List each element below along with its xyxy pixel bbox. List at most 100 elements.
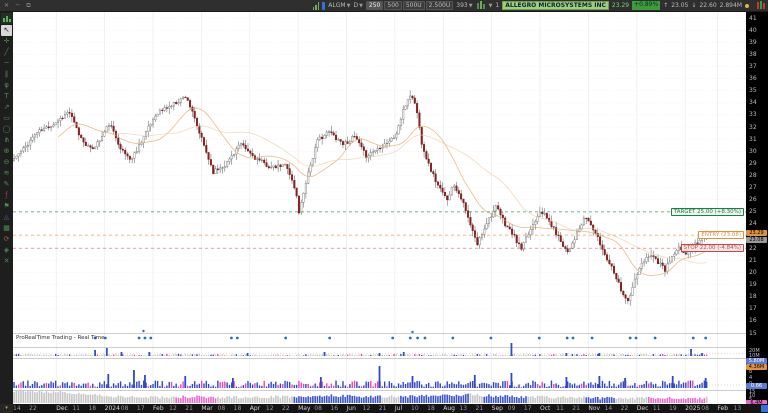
time-tick-label: 13 bbox=[459, 405, 467, 412]
price-tick-label: 16 bbox=[749, 317, 757, 324]
minimize-icon[interactable]: ─ bbox=[13, 1, 22, 10]
time-tick-label: 21 bbox=[476, 405, 484, 412]
ellipse-tool[interactable]: ◯ bbox=[1, 124, 12, 135]
zoom-out-tool[interactable]: ⊖ bbox=[1, 157, 12, 168]
top-toolbar: ✕ ─ ⧉ ALGM▼ D▼ 250500500U2.500U 393▼ ▼ 1… bbox=[0, 0, 768, 12]
price-tick-label: 32 bbox=[749, 124, 757, 131]
chevron-down-icon: ▼ bbox=[469, 3, 473, 9]
text-tool[interactable]: T bbox=[1, 91, 12, 102]
arrow-tool[interactable]: ↗ bbox=[1, 102, 12, 113]
trendline-tool[interactable]: ╱ bbox=[1, 47, 12, 58]
market-status-icon bbox=[745, 4, 749, 8]
quantity-preset-button[interactable]: 500U bbox=[403, 1, 425, 10]
timeframe-selector[interactable]: D▼ bbox=[353, 2, 362, 9]
indicator-tool[interactable]: ƒ bbox=[1, 190, 12, 201]
time-tick-label: Oct bbox=[540, 405, 550, 412]
chevron-down-icon[interactable]: ▼ bbox=[489, 3, 493, 9]
close-icon[interactable]: ✕ bbox=[2, 1, 11, 10]
price-tick-label: 15 bbox=[749, 330, 757, 337]
fibonacci-tool[interactable]: φ bbox=[1, 80, 12, 91]
time-axis[interactable]: ▾ 1422Dec111820240817Feb1221Mar0818Apr12… bbox=[0, 404, 768, 413]
time-tick-label: 12 bbox=[266, 405, 274, 412]
time-tick-label: 22 bbox=[29, 405, 37, 412]
time-axis-menu-button[interactable]: ▾ bbox=[0, 404, 13, 413]
pencil-tool[interactable]: ✎ bbox=[1, 179, 12, 190]
chart-canvas bbox=[13, 12, 746, 404]
zoom-in-tool[interactable]: ⊕ bbox=[1, 146, 12, 157]
grid-tool[interactable]: ▦ bbox=[1, 223, 12, 234]
symbol-selector[interactable]: ALGM▼ bbox=[328, 2, 350, 9]
signals-pane-label: ProRealTime Trading - Real Time bbox=[16, 335, 105, 341]
chart-plot-area[interactable] bbox=[13, 12, 746, 404]
time-tick-label: 08 bbox=[121, 405, 129, 412]
mini-candles-icon bbox=[756, 1, 766, 10]
time-tick-label: 12 bbox=[169, 405, 177, 412]
stop-level-label[interactable]: STOP 22.00 (-4.84%) bbox=[681, 244, 745, 252]
pitchfork-tool[interactable]: ⋔ bbox=[1, 135, 12, 146]
time-tick-label: Mar bbox=[201, 405, 212, 412]
chart-tab-icon[interactable] bbox=[1, 13, 12, 24]
price-tick-label: 20 bbox=[749, 269, 757, 276]
crosshair-tool[interactable]: ✛ bbox=[1, 36, 12, 47]
quantity-preset-button[interactable]: 250 bbox=[366, 1, 383, 10]
data-feed-icon bbox=[322, 2, 325, 10]
price-tick-label: 19 bbox=[749, 281, 757, 288]
connection-status-icon bbox=[313, 2, 320, 10]
time-tick-label: 2025 bbox=[685, 405, 700, 412]
price-tick-label: 37 bbox=[749, 63, 757, 70]
chart-style-icon[interactable] bbox=[476, 1, 486, 10]
timeframe-label: D bbox=[353, 2, 358, 9]
price-tick-label: 34 bbox=[749, 99, 757, 106]
time-tick-label: 22 bbox=[621, 405, 629, 412]
time-tick-label: Jul bbox=[395, 405, 402, 412]
axis-badge: 0.86 bbox=[746, 383, 767, 389]
wave-tool[interactable]: ≋ bbox=[1, 168, 12, 179]
restore-icon[interactable]: ⧉ bbox=[24, 1, 33, 10]
bars-count-selector[interactable]: 393▼ bbox=[456, 2, 472, 9]
alert-tool[interactable]: ⚑ bbox=[1, 201, 12, 212]
time-tick-label: 10 bbox=[411, 405, 419, 412]
time-tick-label: 08 bbox=[701, 405, 709, 412]
price-axis[interactable]: 1516171819202122232425262728293031323334… bbox=[746, 12, 768, 404]
time-tick-label: 08 bbox=[314, 405, 322, 412]
target-level-label[interactable]: TARGET 25.00 (+8.30%) bbox=[671, 208, 744, 216]
price-tick-label: 22 bbox=[749, 245, 757, 252]
time-tick-label: 21 bbox=[379, 405, 387, 412]
time-tick-label: 18 bbox=[427, 405, 435, 412]
time-tick-label: 17 bbox=[524, 405, 532, 412]
horizontal-scrollbar-nub[interactable] bbox=[761, 405, 768, 412]
time-tick-label: Dec bbox=[637, 405, 649, 412]
pointer-tool[interactable]: ↖ bbox=[1, 25, 12, 36]
entry-level-label[interactable]: ENTRY (23.08) bbox=[698, 231, 744, 239]
chevron-down-icon: ▼ bbox=[359, 3, 363, 9]
palette-tool[interactable]: ◈ bbox=[1, 245, 12, 256]
time-tick-label: 14 bbox=[13, 405, 21, 412]
price-tick-label: 35 bbox=[749, 87, 757, 94]
price-tick-label: 21 bbox=[749, 257, 757, 264]
channel-tool[interactable]: ∥ bbox=[1, 69, 12, 80]
quantity-preset-button[interactable]: 2.500U bbox=[426, 1, 454, 10]
quantity-presets: 250500500U2.500U bbox=[366, 1, 453, 10]
price-tick-label: 18 bbox=[749, 293, 757, 300]
pattern-tool[interactable]: ◬ bbox=[1, 212, 12, 223]
time-tick-label: 16 bbox=[330, 405, 338, 412]
price-tick-label: 26 bbox=[749, 196, 757, 203]
rectangle-tool[interactable]: ▭ bbox=[1, 113, 12, 124]
time-tick-label: 19 bbox=[669, 405, 677, 412]
time-tick-label: Jun bbox=[347, 405, 356, 412]
time-tick-label: Apr bbox=[250, 405, 260, 412]
price-tick-label: 28 bbox=[749, 172, 757, 179]
refresh-tool[interactable]: ⟳ bbox=[1, 234, 12, 245]
price-tick-label: 25 bbox=[749, 208, 757, 215]
quantity-preset-button[interactable]: 500 bbox=[384, 1, 401, 10]
price-tick-label: 24 bbox=[749, 220, 757, 227]
horizontal-line-tool[interactable]: ─ bbox=[1, 58, 12, 69]
time-tick-label: 18 bbox=[88, 405, 96, 412]
time-tick-label: 11 bbox=[653, 405, 661, 412]
time-tick-label: 2024 bbox=[105, 405, 120, 412]
last-price: 23.29 bbox=[612, 2, 629, 9]
instrument-name-badge: ALLEGRO MICROSYSTEMS INC bbox=[502, 1, 609, 10]
price-tick-label: 30 bbox=[749, 148, 757, 155]
session-volume: 2.894M bbox=[720, 2, 742, 9]
delete-tool[interactable]: ✕ bbox=[1, 256, 12, 267]
